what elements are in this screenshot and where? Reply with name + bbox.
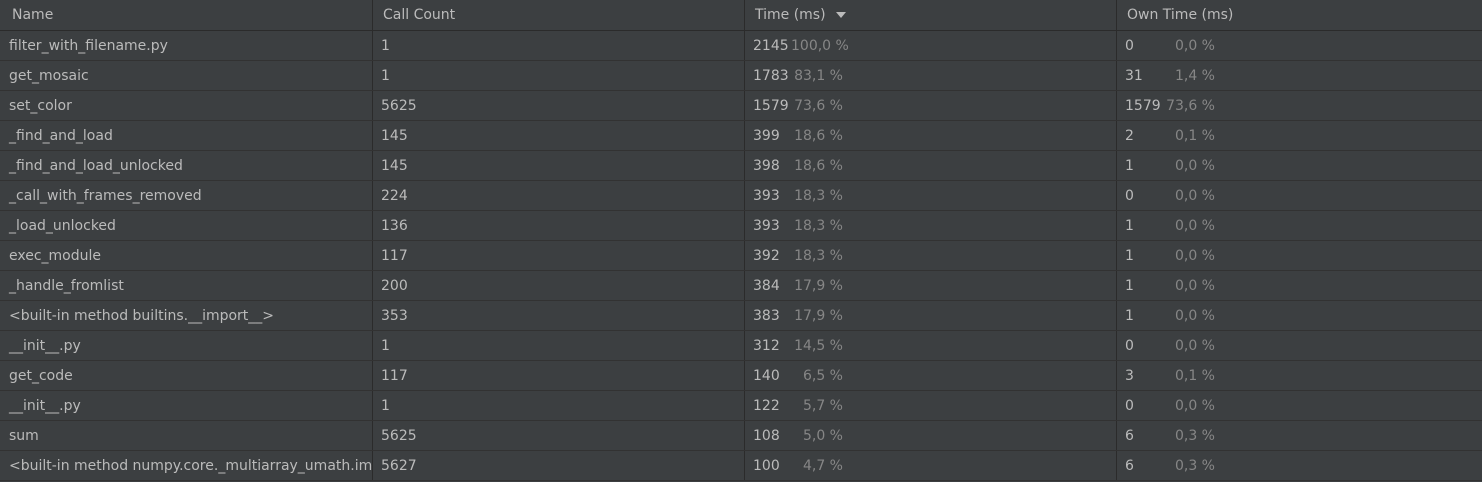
- table-row[interactable]: _call_with_frames_removed 224 393 18,3 % …: [0, 181, 1482, 211]
- cell-time: 140 6,5 %: [745, 361, 1117, 390]
- cell-name: exec_module: [0, 241, 373, 270]
- cell-name: _find_and_load: [0, 121, 373, 150]
- table-header: Name Call Count Time (ms) Own Time (ms): [0, 0, 1482, 31]
- cell-call-count: 353: [373, 301, 745, 330]
- table-row[interactable]: __init__.py 1 122 5,7 % 0 0,0 %: [0, 391, 1482, 421]
- cell-own-time: 1 0,0 %: [1125, 217, 1215, 234]
- cell-name: __init__.py: [0, 331, 373, 360]
- cell-time: 1579 73,6 %: [745, 91, 1117, 120]
- table-row[interactable]: exec_module 117 392 18,3 % 1 0,0 %: [0, 241, 1482, 271]
- cell-time: 392 18,3 %: [745, 241, 1117, 270]
- cell-call-count: 1: [373, 61, 745, 90]
- cell-name: set_color: [0, 91, 373, 120]
- cell-call-count: 1: [373, 31, 745, 60]
- table-row[interactable]: _load_unlocked 136 393 18,3 % 1 0,0 %: [0, 211, 1482, 241]
- cell-name: <built-in method numpy.core._multiarray_…: [0, 451, 373, 480]
- cell-own-time: 6 0,3 %: [1125, 427, 1215, 444]
- cell-call-count: 200: [373, 271, 745, 300]
- cell-own-time: 0 0,0 %: [1125, 187, 1215, 204]
- cell-name: get_mosaic: [0, 61, 373, 90]
- cell-own-time: 0 0,0 %: [1125, 397, 1215, 414]
- cell-call-count: 117: [373, 361, 745, 390]
- cell-time: 393 18,3 %: [745, 211, 1117, 240]
- cell-own-time: 0 0,0 %: [1125, 337, 1215, 354]
- column-header-own-time[interactable]: Own Time (ms): [1117, 0, 1482, 30]
- table-row[interactable]: _find_and_load_unlocked 145 398 18,6 % 10…: [0, 151, 1482, 181]
- table-row[interactable]: _handle_fromlist 200 384 17,9 % 1 0,0 %: [0, 271, 1482, 301]
- cell-own-time: 1579 73,6 %: [1125, 97, 1215, 114]
- table-row[interactable]: set_color 5625 1579 73,6 % 1579 73,6 %: [0, 91, 1482, 121]
- cell-own-time: 2 0,1 %: [1125, 127, 1215, 144]
- cell-time: 399 18,6 %: [745, 121, 1117, 150]
- cell-time: 383 17,9 %: [745, 301, 1117, 330]
- table-row[interactable]: _find_and_load 145 399 18,6 % 2 0,1 %: [0, 121, 1482, 151]
- cell-call-count: 117: [373, 241, 745, 270]
- column-header-time[interactable]: Time (ms): [745, 0, 1117, 30]
- table-row[interactable]: filter_with_filename.py 1 2145 100,0 % 00…: [0, 31, 1482, 61]
- table-body: filter_with_filename.py 1 2145 100,0 % 00…: [0, 31, 1482, 481]
- cell-call-count: 145: [373, 151, 745, 180]
- cell-call-count: 5627: [373, 451, 745, 480]
- cell-call-count: 1: [373, 391, 745, 420]
- cell-call-count: 145: [373, 121, 745, 150]
- column-header-name[interactable]: Name: [0, 0, 373, 30]
- cell-time: 108 5,0 %: [745, 421, 1117, 450]
- table-row[interactable]: get_code 117 140 6,5 % 3 0,1 %: [0, 361, 1482, 391]
- profiler-table: Name Call Count Time (ms) Own Time (ms) …: [0, 0, 1482, 482]
- cell-own-time: 6 0,3 %: [1125, 457, 1215, 474]
- cell-own-time: 1 0,0 %: [1125, 157, 1215, 174]
- table-row[interactable]: get_mosaic 1 1783 83,1 % 31 1,4 %: [0, 61, 1482, 91]
- table-row[interactable]: __init__.py 1 312 14,5 % 0 0,0 %: [0, 331, 1482, 361]
- cell-call-count: 136: [373, 211, 745, 240]
- cell-time: 2145 100,0 %: [745, 31, 1117, 60]
- table-row[interactable]: <built-in method builtins.__import__> 35…: [0, 301, 1482, 331]
- cell-time: 122 5,7 %: [745, 391, 1117, 420]
- cell-call-count: 5625: [373, 421, 745, 450]
- table-row[interactable]: <built-in method numpy.core._multiarray_…: [0, 451, 1482, 481]
- cell-name: <built-in method builtins.__import__>: [0, 301, 373, 330]
- cell-own-time: 1 0,0 %: [1125, 247, 1215, 264]
- cell-time: 398 18,6 %: [745, 151, 1117, 180]
- cell-call-count: 224: [373, 181, 745, 210]
- cell-own-time: 0 0,0 %: [1125, 37, 1215, 54]
- cell-time: 100 4,7 %: [745, 451, 1117, 480]
- cell-name: sum: [0, 421, 373, 450]
- cell-name: get_code: [0, 361, 373, 390]
- cell-name: _call_with_frames_removed: [0, 181, 373, 210]
- cell-name: filter_with_filename.py: [0, 31, 373, 60]
- cell-time: 384 17,9 %: [745, 271, 1117, 300]
- cell-own-time: 1 0,0 %: [1125, 307, 1215, 324]
- cell-call-count: 1: [373, 331, 745, 360]
- cell-name: __init__.py: [0, 391, 373, 420]
- cell-name: _find_and_load_unlocked: [0, 151, 373, 180]
- table-row[interactable]: sum 5625 108 5,0 % 6 0,3 %: [0, 421, 1482, 451]
- cell-own-time: 31 1,4 %: [1125, 67, 1215, 84]
- cell-own-time: 1 0,0 %: [1125, 277, 1215, 294]
- cell-name: _handle_fromlist: [0, 271, 373, 300]
- cell-call-count: 5625: [373, 91, 745, 120]
- cell-time: 393 18,3 %: [745, 181, 1117, 210]
- cell-time: 1783 83,1 %: [745, 61, 1117, 90]
- column-header-call-count[interactable]: Call Count: [373, 0, 745, 30]
- sort-descending-icon: [835, 12, 846, 18]
- cell-time: 312 14,5 %: [745, 331, 1117, 360]
- cell-name: _load_unlocked: [0, 211, 373, 240]
- cell-own-time: 3 0,1 %: [1125, 367, 1215, 384]
